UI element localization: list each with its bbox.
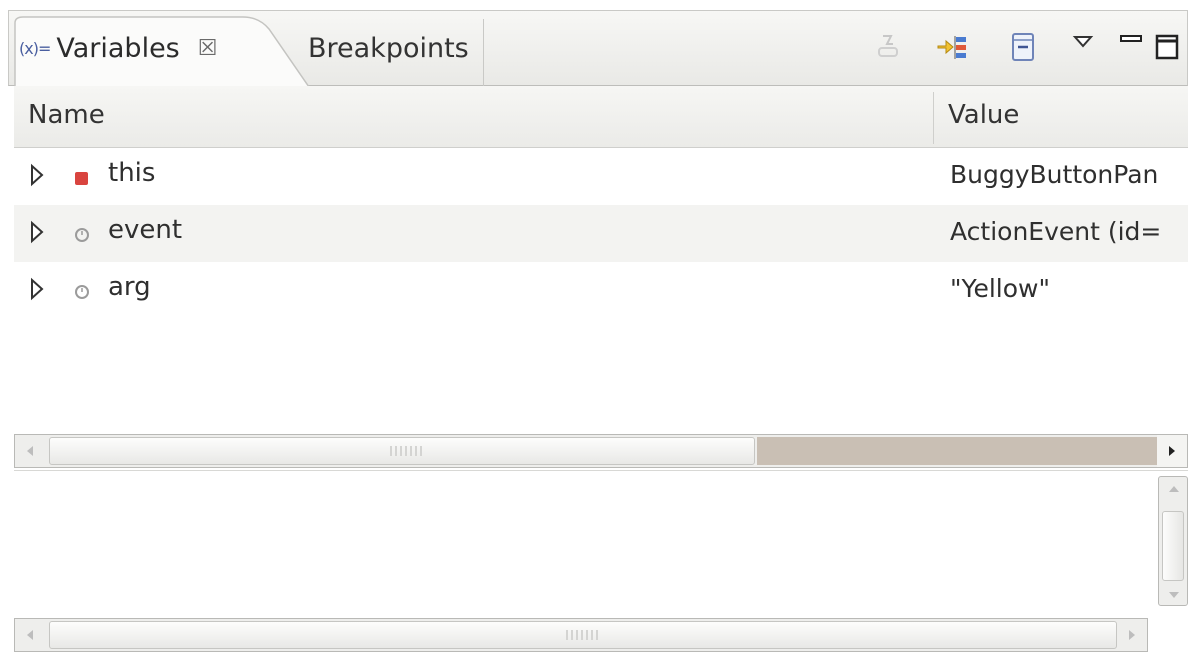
scroll-up-icon[interactable]	[1167, 483, 1181, 495]
variable-value: BuggyButtonPan	[950, 160, 1159, 189]
scroll-left-icon[interactable]	[15, 619, 45, 651]
column-header-value[interactable]: Value	[948, 100, 1019, 130]
minimize-icon[interactable]	[1113, 17, 1149, 61]
table-row[interactable]: this BuggyButtonPan	[14, 148, 1188, 205]
table-row[interactable]: arg "Yellow"	[14, 262, 1188, 319]
grip-icon	[566, 630, 598, 640]
scrollbar-track[interactable]	[757, 437, 1157, 465]
expand-arrow-icon[interactable]	[28, 219, 46, 245]
column-divider[interactable]	[933, 92, 934, 144]
scrollbar-thumb[interactable]	[49, 437, 755, 465]
detail-vertical-scrollbar[interactable]	[1158, 476, 1188, 606]
tab-variables-label: Variables	[56, 33, 180, 64]
show-type-names-icon[interactable]	[871, 25, 907, 69]
maximize-icon[interactable]	[1149, 25, 1185, 69]
scroll-right-icon[interactable]	[1157, 435, 1187, 467]
view-tab-bar: (x)= Variables ☒ Breakpoints	[8, 10, 1188, 87]
tab-breakpoints-label: Breakpoints	[308, 33, 469, 64]
scrollbar-thumb[interactable]	[49, 621, 1117, 649]
grip-icon	[390, 446, 422, 456]
variable-name: event	[108, 215, 183, 245]
table-horizontal-scrollbar[interactable]	[14, 434, 1188, 468]
show-logical-structure-icon[interactable]	[935, 25, 971, 69]
local-variable-icon	[75, 228, 89, 242]
detail-horizontal-scrollbar[interactable]	[14, 618, 1148, 652]
tab-breakpoints[interactable]: Breakpoints	[294, 19, 484, 87]
local-variable-icon	[75, 285, 89, 299]
view-menu-icon[interactable]	[1065, 19, 1101, 63]
variable-value: "Yellow"	[950, 274, 1050, 303]
variables-view-icon: (x)=	[19, 39, 51, 58]
detail-pane[interactable]	[14, 470, 1188, 620]
collapse-all-icon[interactable]	[1005, 25, 1041, 69]
close-tab-icon[interactable]: ☒	[198, 36, 218, 61]
variable-value: ActionEvent (id=	[950, 217, 1162, 246]
expand-arrow-icon[interactable]	[28, 276, 46, 302]
variables-table-header: Name Value	[14, 86, 1188, 148]
variable-name: this	[108, 158, 156, 188]
column-header-name[interactable]: Name	[28, 100, 105, 130]
field-private-icon	[75, 172, 88, 185]
scroll-right-icon[interactable]	[1117, 619, 1147, 651]
scrollbar-thumb[interactable]	[1162, 511, 1184, 581]
expand-arrow-icon[interactable]	[28, 162, 46, 188]
variable-name: arg	[108, 272, 151, 302]
tab-variables[interactable]: (x)= Variables ☒	[19, 33, 217, 64]
scroll-down-icon[interactable]	[1167, 589, 1181, 601]
table-row[interactable]: event ActionEvent (id=	[14, 205, 1188, 262]
scroll-left-icon[interactable]	[15, 435, 45, 467]
